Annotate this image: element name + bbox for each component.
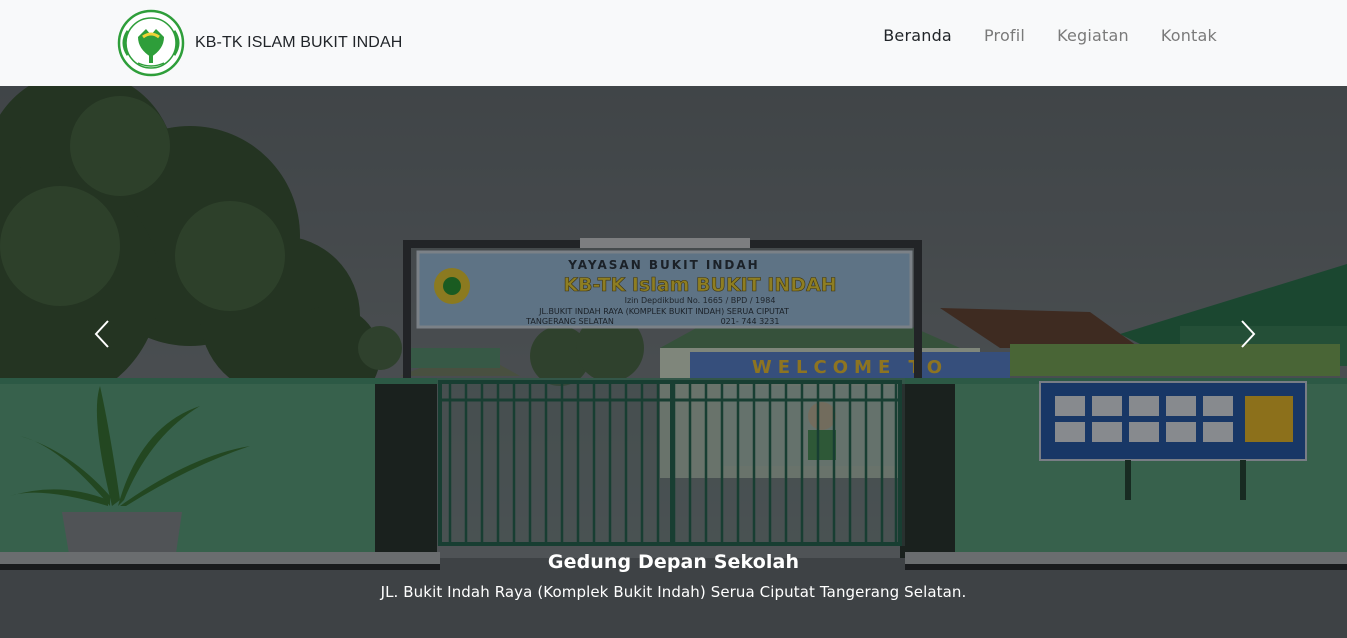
slide-description: JL. Bukit Indah Raya (Komplek Bukit Inda… bbox=[380, 583, 967, 601]
brand-name: KB-TK ISLAM BUKIT INDAH bbox=[195, 34, 403, 51]
chevron-left-icon bbox=[94, 320, 109, 348]
nav-item-profil: Profil bbox=[984, 26, 1025, 45]
nav-link-profil[interactable]: Profil bbox=[984, 26, 1025, 45]
slide-caption: Gedung Depan Sekolah JL. Bukit Indah Ray… bbox=[0, 551, 1347, 601]
nav-item-kontak: Kontak bbox=[1161, 26, 1217, 45]
main-nav: Beranda Profil Kegiatan Kontak bbox=[883, 26, 1217, 45]
navbar: KB-TK ISLAM BUKIT INDAH Beranda Profil K… bbox=[0, 0, 1347, 86]
school-emblem-icon bbox=[117, 9, 185, 77]
slide-title: Gedung Depan Sekolah bbox=[547, 551, 800, 573]
hero-carousel: WELCOME TO YAYASAN BUKIT INDAH KB-TK Isl… bbox=[0, 86, 1347, 638]
brand-link[interactable]: KB-TK ISLAM BUKIT INDAH bbox=[116, 9, 402, 77]
nav-link-beranda[interactable]: Beranda bbox=[883, 26, 952, 45]
nav-item-kegiatan: Kegiatan bbox=[1057, 26, 1129, 45]
chevron-right-icon bbox=[1241, 320, 1256, 348]
carousel-prev-button[interactable] bbox=[82, 311, 122, 357]
nav-item-beranda: Beranda bbox=[883, 26, 952, 45]
nav-link-kegiatan[interactable]: Kegiatan bbox=[1057, 26, 1129, 45]
nav-link-kontak[interactable]: Kontak bbox=[1161, 26, 1217, 45]
carousel-next-button[interactable] bbox=[1228, 311, 1268, 357]
